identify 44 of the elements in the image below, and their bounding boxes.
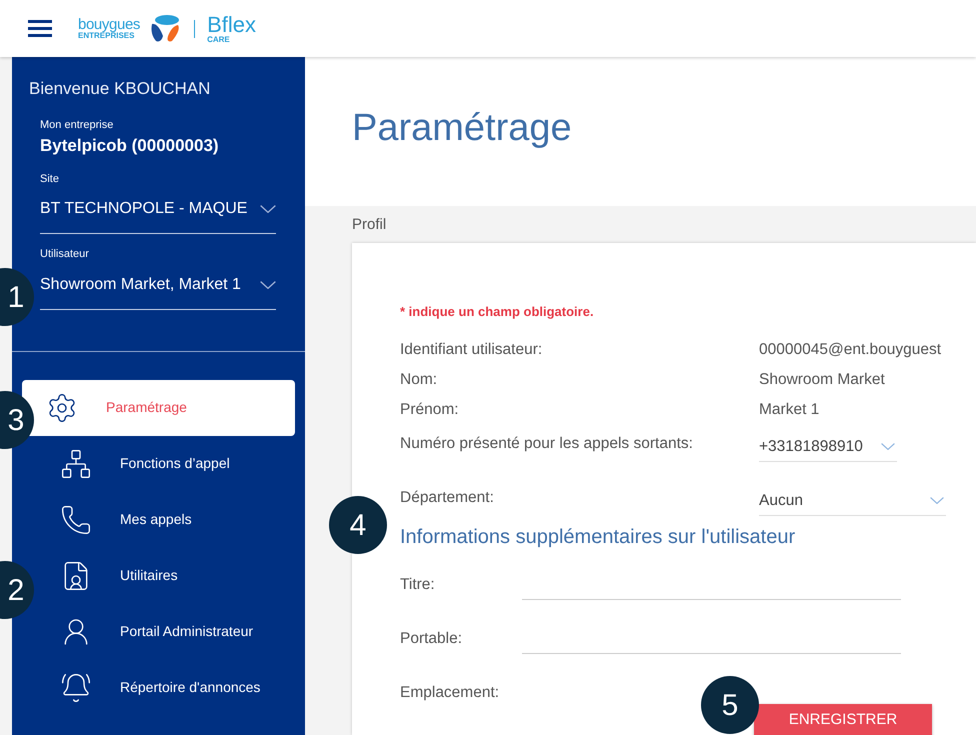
nav-item[interactable]: Répertoire d'annonces xyxy=(36,660,295,716)
section-label: Profil xyxy=(352,214,388,234)
chevron-icon xyxy=(260,280,276,288)
select-label: Utilisateur xyxy=(40,247,90,262)
callout-badge: 4 xyxy=(329,496,387,554)
sidebar-select[interactable]: Showroom Market, Market 1 xyxy=(40,262,276,310)
select-label: Site xyxy=(40,172,60,186)
nav-item[interactable]: Paramétrage xyxy=(22,380,295,436)
field-label: Département: xyxy=(400,488,495,508)
nav-item[interactable]: Mes appels xyxy=(36,492,295,548)
company-label: Mon entreprise xyxy=(40,118,114,132)
chevron-icon xyxy=(881,443,895,450)
field-value: Market 1 xyxy=(759,400,820,420)
nav-item[interactable]: Utilitaires xyxy=(36,548,295,604)
sidebar-select[interactable]: BT TECHNOPOLE - MAQUE xyxy=(40,187,276,234)
page-title: Paramétrage xyxy=(352,109,573,147)
field-label: Nom: xyxy=(400,370,438,390)
field-label: Prénom: xyxy=(400,400,460,420)
nav-item[interactable]: Portail Administrateur xyxy=(36,604,295,660)
field-label: Numéro présenté pour les appels sortants: xyxy=(400,434,694,454)
logo-product-subtitle: CARE xyxy=(207,36,231,44)
select-field[interactable]: Aucun xyxy=(759,486,946,516)
chevron-icon xyxy=(260,205,276,213)
field-label: Titre: xyxy=(400,575,436,595)
select-field[interactable]: +33181898910 xyxy=(759,432,897,462)
phone-icon xyxy=(60,504,92,536)
required-note: * indique un champ obligatoire. xyxy=(400,302,595,321)
field-value: 00000045@ent.bouyguest xyxy=(759,340,942,360)
logo-product: Bflex xyxy=(207,14,256,36)
welcome-text: Bienvenue KBOUCHAN xyxy=(29,78,212,100)
field-label: Portable: xyxy=(400,629,464,649)
logo-brand: bouygues xyxy=(78,17,140,32)
menu-button[interactable] xyxy=(28,18,52,38)
section-heading: Informations supplémentaires sur l'utilisateur xyxy=(400,525,796,550)
bell-icon xyxy=(60,672,92,704)
network-icon xyxy=(60,448,92,480)
chevron-icon xyxy=(930,497,944,504)
company-name: Bytelpicob (00000003) xyxy=(40,135,220,157)
nav-item[interactable]: Fonctions d’appel xyxy=(36,436,295,492)
field-label: Identifiant utilisateur: xyxy=(400,340,544,360)
field-label: Emplacement: xyxy=(400,683,500,703)
logo-subtitle: ENTREPRISES xyxy=(78,32,134,40)
field-value: Showroom Market xyxy=(759,370,885,390)
save-button[interactable]: ENREGISTRER xyxy=(754,704,932,735)
